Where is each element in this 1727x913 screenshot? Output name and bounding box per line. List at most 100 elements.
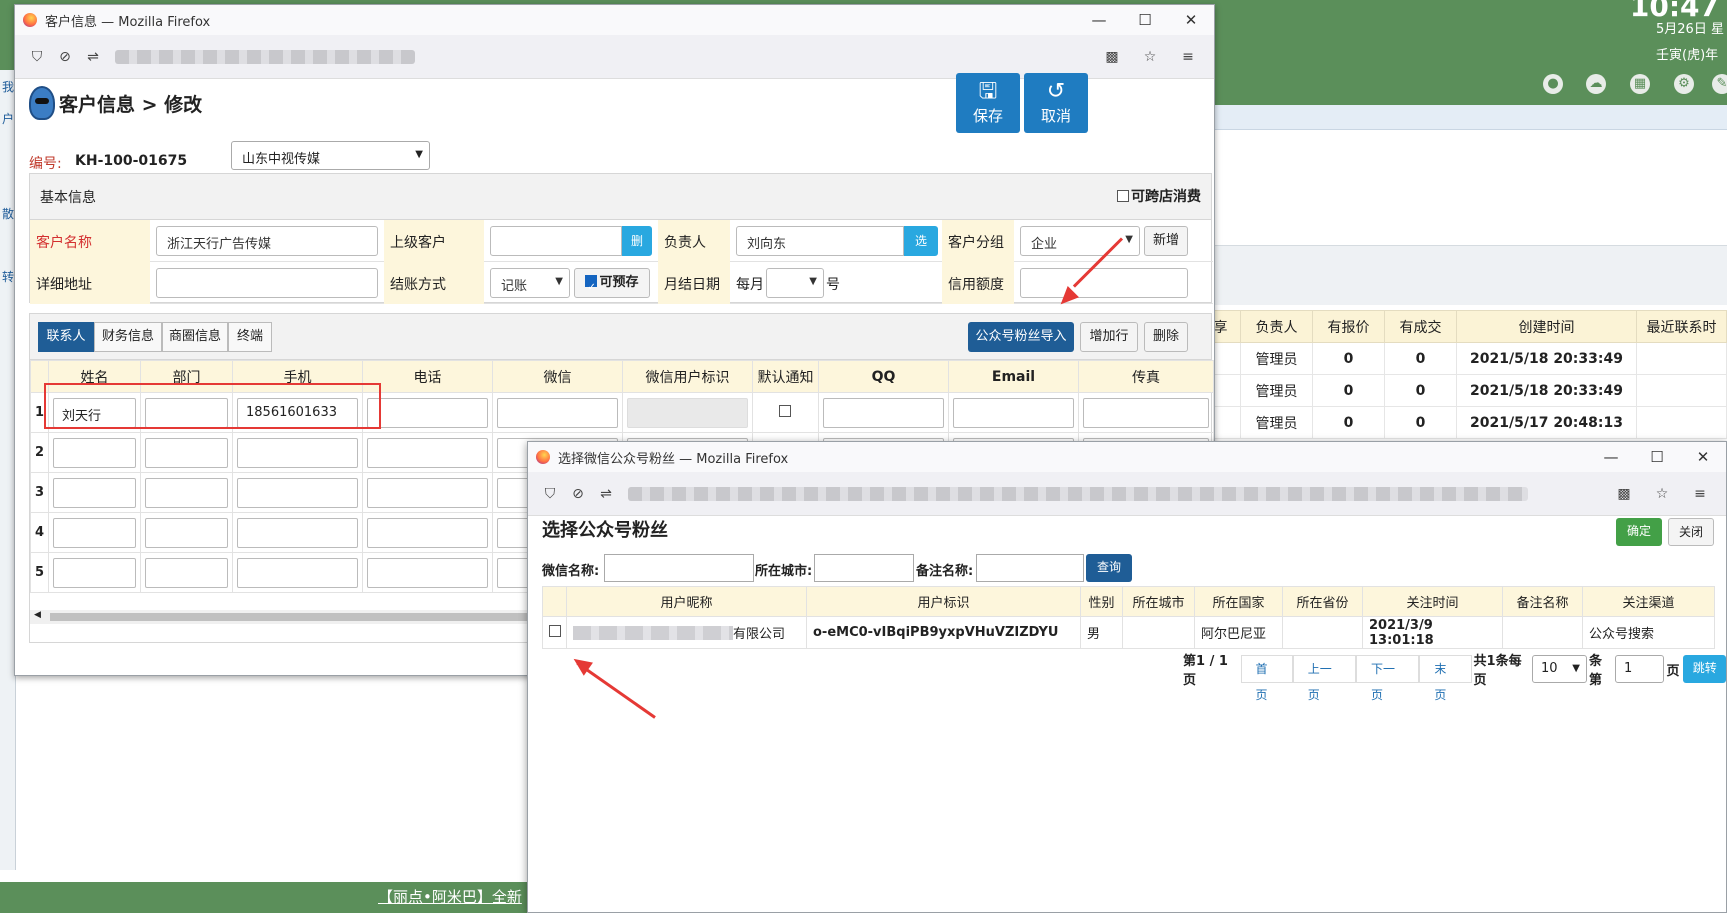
settle-select[interactable]: 记账 ▼ — [490, 268, 570, 298]
table-row[interactable]: 管理员 0 0 2021/5/18 20:33:49 — [1200, 342, 1727, 375]
table-row[interactable]: 管理员 0 0 2021/5/18 20:33:49 — [1200, 374, 1727, 407]
contact-name-input[interactable] — [53, 557, 136, 588]
customer-name-input[interactable]: 浙江天行广告传媒 — [156, 226, 378, 256]
table-row[interactable]: 管理员 0 0 2021/5/17 20:48:13 — [1200, 406, 1727, 439]
permissions-icon[interactable]: ⇌ — [594, 482, 618, 506]
page-number-input[interactable]: 1 — [1615, 655, 1665, 683]
first-page-button[interactable]: 首页 — [1240, 655, 1293, 702]
monthly-day-select[interactable]: ▼ — [766, 268, 824, 298]
contact-dept-input[interactable] — [145, 557, 228, 588]
tab-contacts[interactable]: 联系人 — [38, 322, 94, 352]
close-icon[interactable]: ✕ — [1680, 448, 1726, 466]
minimize-icon[interactable]: — — [1076, 11, 1122, 29]
shield-icon[interactable]: ⛉ — [538, 482, 562, 506]
remark-input[interactable] — [976, 554, 1084, 582]
sidebar-letter[interactable]: 转 — [2, 268, 14, 285]
credit-input[interactable] — [1020, 268, 1188, 298]
owner-input[interactable]: 刘向东 — [736, 226, 904, 256]
contact-dept-input[interactable] — [145, 477, 228, 508]
cross-shop-checkbox[interactable]: 可跨店消费 — [1117, 186, 1201, 206]
contact-mobile-input[interactable] — [237, 477, 358, 508]
save-button[interactable]: 🖫 保存 — [956, 73, 1020, 133]
qr-icon[interactable]: ▩ — [1612, 482, 1636, 506]
company-select[interactable]: 山东中视传媒 ▼ — [231, 141, 430, 170]
contact-name-input[interactable] — [53, 437, 136, 468]
sidebar-letter[interactable]: 户 — [2, 110, 14, 127]
tab-business-area[interactable]: 商圈信息 — [162, 322, 228, 352]
menu-icon[interactable]: ≡ — [1688, 482, 1712, 506]
apps-icon[interactable]: ▦ — [1630, 74, 1650, 94]
jump-button[interactable]: 跳转 — [1683, 655, 1726, 683]
contact-name-input[interactable] — [53, 517, 136, 548]
owner-select-button[interactable]: 选 — [904, 226, 938, 256]
confirm-button[interactable]: 确定 — [1616, 518, 1662, 546]
address-input[interactable] — [156, 268, 378, 298]
dialog-titlebar[interactable]: 选择微信公众号粉丝 — Mozilla Firefox — ☐ ✕ — [528, 442, 1726, 472]
window-titlebar[interactable]: 客户信息 — Mozilla Firefox — ☐ ✕ — [15, 5, 1214, 35]
pin-icon[interactable]: ✎ — [1712, 74, 1727, 94]
contact-email-input[interactable] — [953, 397, 1074, 428]
star-icon[interactable]: ☆ — [1138, 45, 1162, 69]
contact-phone-input[interactable] — [367, 397, 488, 428]
group-select[interactable]: 企业 ▼ — [1020, 226, 1140, 256]
prev-page-button[interactable]: 上一页 — [1292, 655, 1357, 702]
blurred-url[interactable] — [115, 49, 415, 64]
sidebar-letter[interactable]: 散 — [2, 205, 14, 222]
prestore-checkbox[interactable]: 可预存 — [574, 268, 650, 302]
tab-terminal[interactable]: 终端 — [228, 322, 272, 352]
cancel-button[interactable]: ↺ 取消 — [1024, 73, 1088, 133]
checkbox-icon[interactable] — [585, 274, 598, 302]
permissions-icon[interactable]: ⇌ — [81, 45, 105, 69]
star-icon[interactable]: ☆ — [1650, 482, 1674, 506]
blurred-url[interactable] — [628, 486, 1528, 501]
contact-dept-input[interactable] — [145, 517, 228, 548]
lock-icon[interactable]: ⊘ — [566, 482, 590, 506]
contact-phone-input[interactable] — [367, 477, 488, 508]
delete-button[interactable]: 删除 — [1144, 322, 1188, 352]
next-page-button[interactable]: 下一页 — [1356, 655, 1420, 702]
close-button[interactable]: 关闭 — [1668, 518, 1714, 546]
add-row-button[interactable]: 增加行 — [1080, 322, 1138, 352]
dialog-url-bar[interactable]: ⛉ ⊘ ⇌ ▩ ☆ ≡ — [528, 472, 1726, 516]
contact-mobile-input[interactable] — [237, 437, 358, 468]
close-icon[interactable]: ✕ — [1168, 11, 1214, 29]
lock-icon[interactable]: ⊘ — [53, 45, 77, 69]
row-checkbox[interactable] — [549, 625, 561, 637]
contact-phone-input[interactable] — [367, 437, 488, 468]
qr-icon[interactable]: ▩ — [1100, 45, 1124, 69]
maximize-icon[interactable]: ☐ — [1634, 448, 1680, 466]
checkbox-icon[interactable] — [1117, 190, 1129, 202]
banner-text[interactable]: 【丽点•阿米巴】全新 — [378, 888, 522, 906]
contact-fax-input[interactable] — [1083, 397, 1209, 428]
contact-phone-input[interactable] — [367, 557, 488, 588]
group-add-button[interactable]: 新增 — [1144, 226, 1188, 256]
table-row[interactable]: 有限公司 o-eMC0-vIBqiPB9yxpVHuVZIZDYU 男 阿尔巴尼… — [542, 616, 1715, 649]
per-page-select[interactable]: 10 ▼ — [1531, 655, 1587, 683]
contact-dept-input[interactable] — [145, 437, 228, 468]
tab-finance[interactable]: 财务信息 — [94, 322, 162, 352]
cloud-icon[interactable]: ☁ — [1586, 74, 1606, 94]
maximize-icon[interactable]: ☐ — [1122, 11, 1168, 29]
wechat-name-input[interactable] — [604, 554, 754, 582]
minimize-icon[interactable]: — — [1588, 448, 1634, 466]
contact-mobile-input[interactable] — [237, 557, 358, 588]
query-button[interactable]: 查询 — [1086, 554, 1132, 582]
contact-phone-input[interactable] — [367, 517, 488, 548]
contact-wechat-input[interactable] — [497, 397, 618, 428]
last-page-button[interactable]: 末页 — [1419, 655, 1472, 702]
menu-icon[interactable]: ≡ — [1176, 45, 1200, 69]
city-input[interactable] — [814, 554, 914, 582]
contact-name-input[interactable] — [53, 477, 136, 508]
sidebar-letter[interactable]: 我 — [2, 78, 14, 95]
scroll-thumb[interactable] — [50, 613, 540, 621]
default-notify-checkbox[interactable] — [778, 405, 791, 417]
import-fans-button[interactable]: 公众号粉丝导入 — [968, 322, 1074, 352]
parent-customer-input[interactable] — [490, 226, 622, 256]
contact-qq-input[interactable] — [823, 397, 944, 428]
contact-mobile-input[interactable] — [237, 517, 358, 548]
parent-delete-button[interactable]: 删 — [622, 226, 652, 256]
shield-icon[interactable]: ⛉ — [25, 45, 49, 69]
gear-icon[interactable]: ⚙ — [1674, 74, 1694, 94]
user-icon[interactable]: ● — [1543, 74, 1563, 94]
chevron-left-icon[interactable]: ◀ — [34, 610, 41, 620]
